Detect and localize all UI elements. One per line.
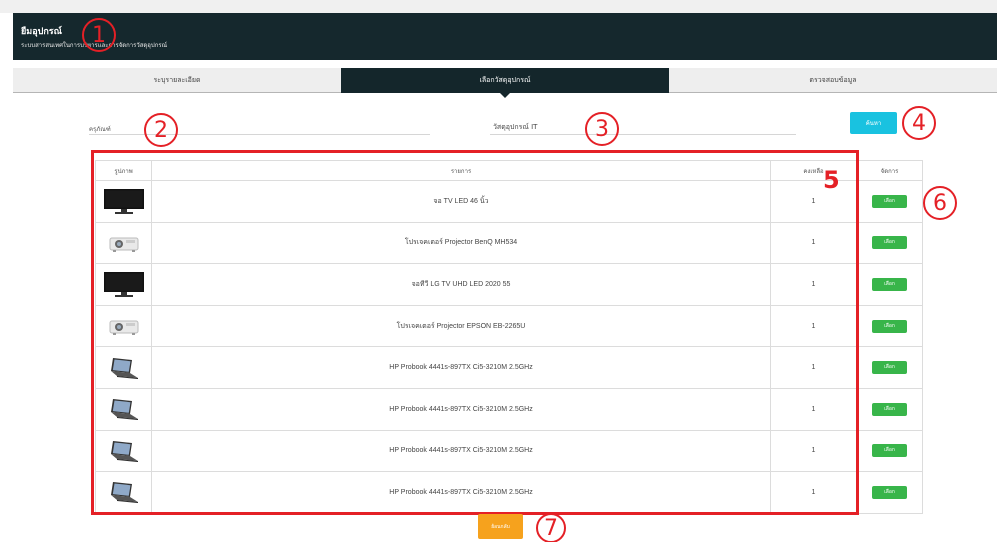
row-action-cell: เลือก: [856, 221, 923, 265]
annotation-callout-1: 1: [82, 18, 116, 52]
tab-review[interactable]: ตรวจสอบข้อมูล: [669, 68, 997, 93]
app-header: ยืมอุปกรณ์ ระบบสารสนเทศในการบริหารและการ…: [13, 13, 997, 60]
select-button[interactable]: เลือก: [872, 402, 907, 416]
annotation-callout-3: 3: [585, 112, 619, 146]
wizard-tabs: ระบุรายละเอียด เลือกวัสดุอุปกรณ์ ตรวจสอบ…: [13, 68, 997, 98]
select-button[interactable]: เลือก: [872, 236, 907, 250]
row-action-cell: เลือก: [856, 263, 923, 306]
back-button[interactable]: ย้อนกลับ: [478, 514, 523, 539]
supply-field-value: วัสดุอุปกรณ์ IT: [493, 123, 538, 131]
annotation-callout-4: 4: [902, 106, 936, 140]
equipment-field-label: ครุภัณฑ์: [89, 126, 111, 133]
tab-details[interactable]: ระบุรายละเอียด: [13, 68, 341, 93]
annotation-callout-7: 7: [536, 513, 566, 542]
page-title: ยืมอุปกรณ์: [21, 27, 62, 37]
row-action-cell: เลือก: [856, 346, 923, 389]
annotation-table-box: [91, 150, 859, 515]
select-button[interactable]: เลือก: [872, 194, 907, 208]
annotation-callout-2: 2: [144, 113, 178, 147]
select-button[interactable]: เลือก: [872, 277, 907, 291]
select-button[interactable]: เลือก: [872, 444, 907, 458]
supply-field[interactable]: [490, 134, 796, 135]
row-action-cell: เลือก: [856, 180, 923, 223]
browser-top-strip: [0, 0, 997, 13]
select-button[interactable]: เลือก: [872, 485, 907, 499]
annotation-callout-5: 5: [823, 166, 840, 194]
annotation-callout-6: 6: [923, 186, 957, 220]
row-action-cell: เลือก: [856, 429, 923, 473]
select-button[interactable]: เลือก: [872, 361, 907, 375]
row-action-cell: เลือก: [856, 304, 923, 348]
select-button[interactable]: เลือก: [872, 319, 907, 333]
row-action-cell: เลือก: [856, 471, 923, 514]
tab-select-equipment[interactable]: เลือกวัสดุอุปกรณ์: [341, 68, 669, 98]
column-header-action: จัดการ: [856, 160, 923, 181]
row-action-cell: เลือก: [856, 387, 923, 431]
search-button[interactable]: ค้นหา: [850, 112, 897, 134]
equipment-field[interactable]: [89, 134, 430, 135]
